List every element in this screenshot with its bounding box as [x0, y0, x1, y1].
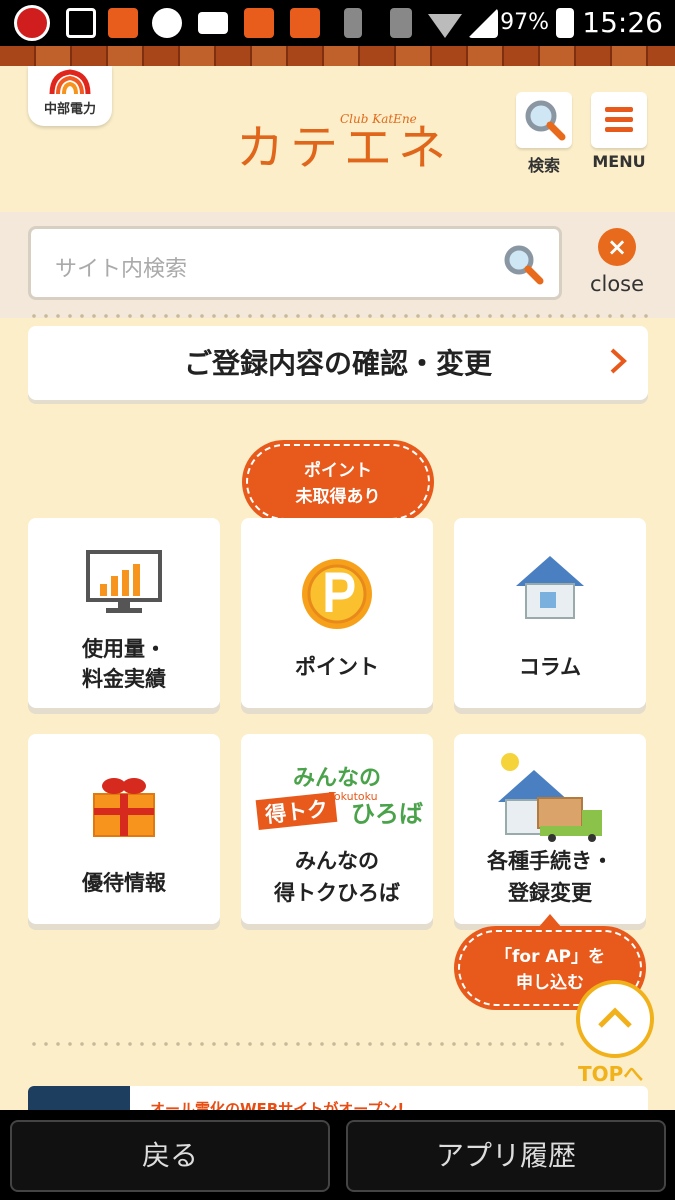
close-label: close — [589, 272, 645, 296]
site-header: 中部電力 Club KatEne カテエネ 検索 MENU — [0, 66, 675, 212]
tile-point[interactable]: ポイント — [241, 518, 433, 708]
bubble-line-1: ポイント — [304, 461, 372, 481]
au-app-icon-3 — [290, 8, 320, 38]
chubu-logo-icon — [49, 69, 91, 95]
search-panel: サイト内検索 × close — [0, 212, 675, 318]
brick-strip — [0, 46, 675, 66]
header-menu-button[interactable] — [591, 92, 647, 148]
magnifier-icon — [525, 100, 566, 141]
app-notification-icon — [14, 5, 50, 41]
tile-label-line-1: ポイント — [295, 655, 379, 679]
tile-label-line-2: 料金実績 — [82, 667, 166, 691]
gift-box-icon — [93, 778, 155, 837]
dotted-divider — [28, 314, 648, 318]
house-icon — [516, 556, 584, 619]
scroll-top-button[interactable] — [576, 980, 654, 1058]
header-search-label: 検索 — [527, 156, 560, 175]
mute-icon — [390, 8, 412, 38]
tile-label-line-1: みんなの — [295, 849, 379, 873]
dotted-divider-2 — [28, 1042, 568, 1046]
tokutoku-logo-icon: みんなの Tokutoku 得トク ひろば — [255, 760, 425, 831]
clock: 15:26 — [582, 6, 663, 39]
close-icon: × — [598, 228, 636, 266]
signal-icon — [468, 8, 498, 38]
tile-usage[interactable]: 使用量・ 料金実績 — [28, 518, 220, 708]
point-unclaimed-bubble[interactable]: ポイント 未取得あり — [242, 440, 434, 524]
battery-percent: 97% — [500, 10, 549, 35]
tile-label-line-1: 各種手続き・ — [487, 849, 613, 873]
bubble2-line-1: 「for AP」を — [495, 947, 605, 967]
tile-label-line-1: 使用量・ — [82, 637, 166, 661]
back-button[interactable]: 戻る — [10, 1120, 330, 1192]
tokutoku-logo-side: ひろば — [351, 800, 423, 828]
au-app-icon-2 — [244, 8, 274, 38]
tile-column[interactable]: コラム — [454, 518, 646, 708]
battery-icon — [556, 8, 574, 38]
tile-label-line-2: 登録変更 — [508, 881, 592, 905]
search-placeholder: サイト内検索 — [55, 257, 188, 282]
tile-label-line-2: 得トクひろば — [274, 881, 400, 905]
house-truck-icon — [498, 753, 602, 842]
status-bar: 97% 15:26 — [0, 0, 675, 46]
chevron-right-icon — [610, 348, 627, 374]
image-icon — [66, 8, 96, 38]
wifi-icon — [428, 14, 462, 38]
point-coin-icon — [302, 559, 372, 629]
bubble-line-2: 未取得あり — [295, 487, 381, 507]
brand-title[interactable]: カテエネ — [236, 108, 452, 178]
au-app-icon — [108, 8, 138, 38]
chevron-up-icon — [598, 1007, 632, 1028]
scroll-top-label[interactable]: TOPへ — [578, 1058, 643, 1087]
header-search-button[interactable] — [516, 92, 572, 148]
app-history-button[interactable]: アプリ履歴 — [346, 1120, 666, 1192]
tile-tokutoku[interactable]: みんなの Tokutoku 得トク ひろば みんなの 得トクひろば — [241, 734, 433, 924]
tokutoku-logo-main: 得トク — [255, 791, 338, 831]
header-menu-label: MENU — [592, 152, 646, 171]
search-icon — [504, 245, 544, 285]
registration-label: ご登録内容の確認・変更 — [183, 347, 492, 380]
hamburger-icon — [605, 107, 633, 132]
nhk-icon — [198, 12, 228, 34]
registration-link[interactable]: ご登録内容の確認・変更 — [28, 326, 648, 400]
search-submit-button[interactable] — [497, 239, 549, 291]
music-pass-icon — [152, 8, 182, 38]
bluetooth-icon — [344, 8, 362, 38]
chubu-logo[interactable]: 中部電力 — [28, 66, 112, 126]
tile-procedures[interactable]: 各種手続き・ 登録変更 — [454, 734, 646, 924]
tile-label-line-1: 優待情報 — [82, 871, 166, 895]
search-close-button[interactable]: × close — [584, 228, 654, 308]
tile-label-line-1: コラム — [518, 655, 582, 679]
search-input[interactable]: サイト内検索 — [28, 226, 562, 300]
monitor-chart-icon — [86, 550, 162, 613]
tokutoku-logo-top: みんなの — [293, 766, 382, 791]
bottom-navigation: 戻る アプリ履歴 — [0, 1110, 675, 1200]
logo-text: 中部電力 — [43, 102, 96, 117]
tile-benefits[interactable]: 優待情報 — [28, 734, 220, 924]
